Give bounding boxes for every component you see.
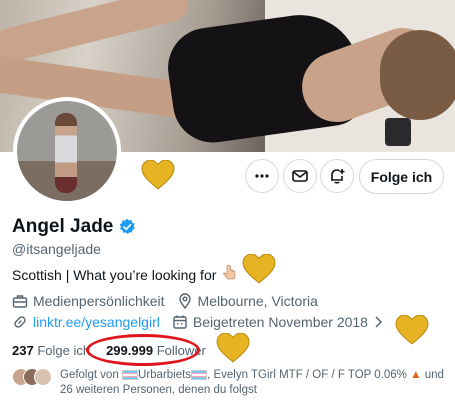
mini-avatar [34,368,52,386]
red-highlight-oval [86,334,200,366]
location-text: Melbourne, Victoria [197,293,318,309]
followed-by-name: , Evelyn TGirl MTF / OF / F TOP 0.06% [207,369,407,381]
gold-heart-icon [216,333,250,363]
followed-by-prefix: Gefolgt von [60,369,119,381]
avatar-figure [55,113,77,193]
gold-heart-icon [395,315,429,345]
banner-phone [385,118,411,146]
link-icon [14,316,26,328]
profile-name-row: Angel Jade [12,216,136,238]
gold-heart-icon [141,160,175,190]
avatar[interactable] [13,97,121,205]
location-pin-icon [178,293,191,309]
following-label: Folge ich [37,343,91,358]
banner-figure-hair [380,30,455,120]
category-text: Medienpersönlichkeit [33,293,165,309]
following-count: 237 [12,343,34,358]
message-button[interactable] [283,159,317,193]
notify-button[interactable] [320,159,354,193]
followed-by-text[interactable]: Gefolgt von Urbarbiets , Evelyn TGirl MTF… [60,368,450,398]
website-item[interactable]: linktr.ee/yesangelgirl [12,314,160,330]
following-button[interactable]: Folge ich [359,159,444,194]
briefcase-icon [12,295,28,308]
pointing-down-emoji-icon [222,264,236,284]
followed-by-name: Urbarbiets [138,369,192,381]
more-icon [255,174,269,178]
banner-figure-leg [0,0,192,66]
mail-icon [292,170,308,182]
profile-handle: @itsangeljade [12,241,101,257]
bell-plus-icon [331,169,345,184]
gold-heart-icon [242,254,276,284]
more-button[interactable] [245,159,279,193]
profile-bio: Scottish | What you’re looking for [12,264,236,284]
verified-badge-icon[interactable] [118,218,136,236]
category-item: Medienpersönlichkeit [12,293,165,309]
trans-flag-icon [122,369,139,380]
chevron-right-icon[interactable] [373,316,383,328]
display-name: Angel Jade [12,216,114,237]
calendar-icon [173,315,187,329]
followed-by-avatars[interactable] [12,368,52,386]
joined-item: Beigetreten November 2018 [172,314,383,330]
joined-text: Beigetreten November 2018 [192,314,368,330]
website-link[interactable]: linktr.ee/yesangelgirl [33,314,160,330]
following-stat[interactable]: 237 Folge ich [12,343,90,358]
trans-flag-icon [191,369,208,380]
location-item: Melbourne, Victoria [177,293,318,309]
profile-meta-row: Medienpersönlichkeit Melbourne, Victoria [12,293,330,309]
fire-emoji-icon: ▲ [410,369,422,381]
bio-text: Scottish | What you’re looking for [12,266,217,283]
profile-meta-row: linktr.ee/yesangelgirl Beigetreten Novem… [12,314,395,330]
